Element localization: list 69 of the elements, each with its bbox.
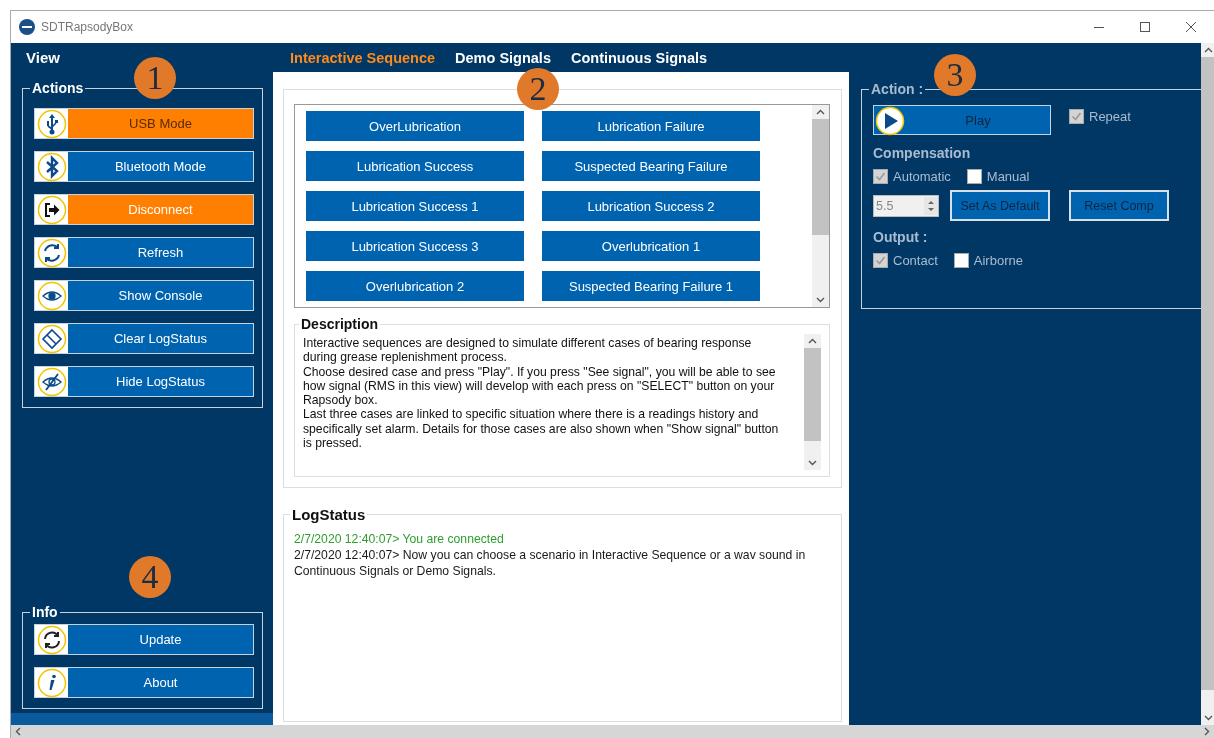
signal-button[interactable]: Overlubrication 1 [542, 231, 760, 261]
action-button[interactable]: About [34, 667, 254, 698]
group-title: Action : [870, 81, 925, 97]
action-button[interactable]: Clear LogStatus [34, 323, 254, 354]
action-button[interactable]: Update [34, 624, 254, 655]
checkbox[interactable] [873, 253, 888, 268]
signal-button[interactable]: Suspected Bearing Failure [542, 151, 760, 181]
maximize-icon [1140, 22, 1150, 32]
description-text: Interactive sequences are designed to simulate different cases of bearing response during grease replenishment process. Choose desired case and press "Play". If you press "See signal", you will be able to see how signal (RMS in this view) will develop with each press on "SELECT" button on your Rapsody box. Last three cases are linked to specific situation where there is a readings history and specifically set alarm. Details for those cases are also shown when "Show signal" button is pressed. [303, 335, 780, 453]
spinner-arrows-icon[interactable] [924, 196, 938, 215]
checkbox[interactable] [1069, 109, 1084, 124]
eraser-icon [36, 323, 67, 354]
tab[interactable]: Demo Signals [455, 49, 551, 66]
info-icon [36, 667, 67, 698]
signal-button[interactable]: OverLubrication [306, 111, 524, 141]
scroll-left-icon[interactable] [15, 727, 21, 736]
refresh-icon [36, 237, 67, 268]
eye-off-icon [36, 366, 67, 397]
log-entry: 2/7/2020 12:40:07> You are connected [294, 531, 505, 547]
section-title: Output : [873, 229, 929, 245]
action-button[interactable]: Bluetooth Mode [34, 151, 254, 182]
scroll-down-icon[interactable] [816, 297, 825, 303]
scrollbar[interactable] [1201, 43, 1214, 725]
scroll-up-icon[interactable] [816, 109, 825, 115]
close-icon [1186, 22, 1196, 32]
play-icon [875, 105, 905, 136]
group-title: LogStatus [291, 506, 367, 523]
horizontal-scrollbar[interactable] [11, 725, 1214, 738]
scroll-up-icon[interactable] [808, 338, 817, 344]
exit-icon [36, 194, 67, 225]
checkbox[interactable] [953, 253, 969, 268]
signal-button[interactable]: Lubrication Success 2 [542, 191, 760, 221]
group-title: Actions [31, 80, 85, 96]
scrollbar[interactable] [812, 105, 829, 307]
checkbox-label: Automatic [893, 169, 951, 184]
refresh-icon [36, 624, 67, 655]
signal-button[interactable]: Lubrication Success 1 [306, 191, 524, 221]
scroll-down-icon[interactable] [1203, 715, 1213, 721]
tab[interactable]: Interactive Sequence [290, 49, 436, 66]
scrollbar[interactable] [804, 334, 821, 470]
scroll-up-icon[interactable] [1203, 47, 1213, 53]
usb-icon [36, 108, 67, 139]
signal-button[interactable]: Lubrication Success [306, 151, 524, 181]
group-title: Info [31, 604, 59, 620]
checkbox-label: Airborne [973, 253, 1023, 268]
scroll-right-icon[interactable] [1204, 727, 1210, 736]
number-field[interactable]: 5.5 [873, 194, 939, 217]
section-title: Compensation [873, 145, 972, 161]
action-button[interactable]: Refresh [34, 237, 254, 268]
action-button[interactable]: Show Console [34, 280, 254, 311]
signal-button[interactable]: Lubrication Failure [542, 111, 760, 141]
tab[interactable]: Continuous Signals [570, 49, 708, 66]
window-title: SDTRapsodyBox [41, 20, 134, 34]
checkbox-label: Contact [893, 253, 938, 268]
bluetooth-icon [36, 151, 67, 182]
action-button[interactable]: USB Mode [34, 108, 254, 139]
group-title: Description [300, 316, 379, 332]
checkbox-label: Repeat [1089, 109, 1131, 124]
app-logo-icon [19, 19, 35, 35]
checkbox[interactable] [966, 169, 982, 184]
signal-button[interactable]: Suspected Bearing Failure 1 [542, 271, 760, 301]
log-entry: 2/7/2020 12:40:07> Now you can choose a scenario in Interactive Sequence or a wav sound in Continuous Signals or Demo Signals. [294, 547, 807, 579]
signal-button[interactable]: Lubrication Success 3 [306, 231, 524, 261]
action-button[interactable]: Hide LogStatus [34, 366, 254, 397]
checkbox[interactable] [873, 169, 888, 184]
scroll-down-icon[interactable] [808, 460, 817, 466]
eye-icon [36, 280, 67, 311]
signal-button[interactable]: Overlubrication 2 [306, 271, 524, 301]
checkbox-label: Manual [986, 169, 1030, 184]
